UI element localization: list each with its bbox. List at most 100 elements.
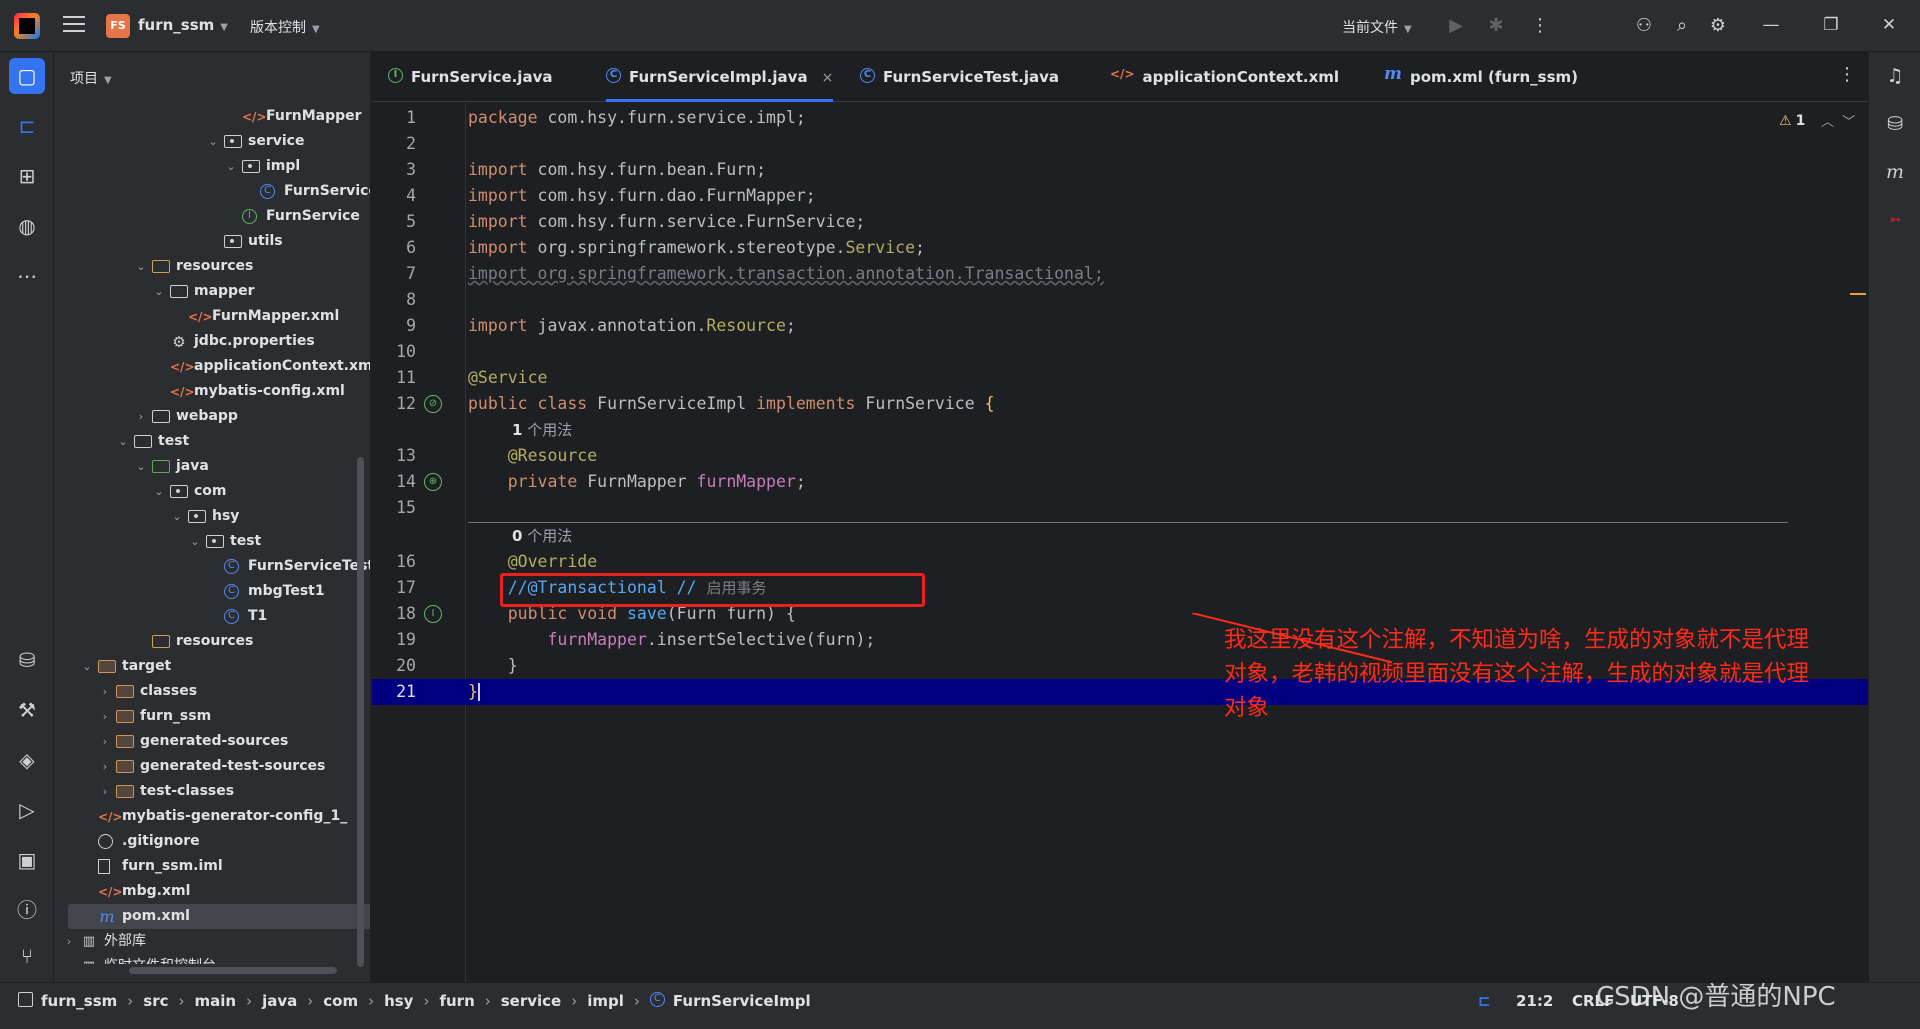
problems-icon[interactable]: ⓘ bbox=[9, 892, 45, 928]
code-line[interactable]: 9 import javax.annotation.Resource; bbox=[372, 313, 1868, 339]
code-line[interactable]: 15 bbox=[372, 495, 1868, 521]
tree-item[interactable]: ⌄ com bbox=[54, 479, 370, 504]
tree-horizontal-scrollbar[interactable] bbox=[129, 967, 337, 974]
tree-item[interactable]: C FurnServiceImpl bbox=[54, 179, 370, 204]
breadcrumb-item[interactable]: com bbox=[323, 992, 358, 1010]
database-icon[interactable]: ⛁ bbox=[9, 642, 45, 678]
tree-item[interactable]: ⌄ mapper bbox=[54, 279, 370, 304]
editor-tab[interactable]: m pom.xml (furn_ssm) bbox=[1384, 52, 1578, 102]
breadcrumb-item[interactable]: furn_ssm bbox=[18, 992, 117, 1010]
tree-vertical-scrollbar[interactable] bbox=[357, 457, 364, 967]
breadcrumb-item[interactable]: java bbox=[262, 992, 297, 1010]
tree-item[interactable]: </> applicationContext.xml bbox=[54, 354, 370, 379]
tree-item[interactable]: </> mybatis-generator-config_1_ bbox=[54, 804, 370, 829]
collapse-arrow-icon[interactable]: › bbox=[98, 779, 112, 804]
breadcrumb-item[interactable]: src bbox=[143, 992, 168, 1010]
caret-position[interactable]: 21:2 bbox=[1516, 989, 1553, 1013]
debug-icon[interactable]: ✱ bbox=[1484, 14, 1508, 38]
mybatis-bird-icon[interactable]: ➳ bbox=[1881, 206, 1909, 234]
editor-tab[interactable]: C FurnServiceImpl.java × bbox=[606, 52, 834, 102]
tree-item[interactable]: utils bbox=[54, 229, 370, 254]
tree-item[interactable]: </> FurnMapper bbox=[54, 104, 370, 129]
maven-icon[interactable]: m bbox=[1881, 158, 1909, 186]
collapse-arrow-icon[interactable]: › bbox=[98, 704, 112, 729]
editor-tab[interactable]: </> applicationContext.xml bbox=[1110, 52, 1339, 102]
tree-item[interactable]: › ▥ 外部库 bbox=[54, 929, 370, 954]
tree-item[interactable]: ⚙ jdbc.properties bbox=[54, 329, 370, 354]
tab-close-icon[interactable]: × bbox=[822, 70, 834, 86]
web-globe-icon[interactable]: ◍ bbox=[9, 208, 45, 244]
build-hammer-icon[interactable]: ⚒ bbox=[9, 692, 45, 728]
services-icon[interactable]: ◈ bbox=[9, 742, 45, 778]
tree-item[interactable]: CmbgTest1 bbox=[54, 579, 370, 604]
mybatis-tool-icon[interactable]: ⊏ bbox=[9, 108, 45, 144]
breadcrumb-item[interactable]: C FurnServiceImpl bbox=[649, 992, 811, 1010]
breadcrumb-item[interactable]: furn bbox=[439, 992, 474, 1010]
implements-gutter-icon[interactable]: I bbox=[424, 605, 442, 623]
code-line[interactable]: 3 import com.hsy.furn.bean.Furn; bbox=[372, 157, 1868, 183]
project-panel-header[interactable]: 项目 ▼ bbox=[70, 68, 112, 88]
code-line[interactable]: 7 import org.springframework.transaction.… bbox=[372, 261, 1868, 287]
tree-item[interactable]: C T1 bbox=[54, 604, 370, 629]
tree-item[interactable]: ⌄ test bbox=[54, 429, 370, 454]
breadcrumb-item[interactable]: main bbox=[195, 992, 237, 1010]
tree-item[interactable]: ⌄ impl bbox=[54, 154, 370, 179]
terminal-icon[interactable]: ▣ bbox=[9, 842, 45, 878]
code-line[interactable]: 13 @Resource bbox=[372, 443, 1868, 469]
main-menu-icon[interactable] bbox=[63, 16, 85, 36]
tree-item[interactable]: › furn_ssm bbox=[54, 704, 370, 729]
notifications-bell-icon[interactable]: ♫ bbox=[1881, 62, 1909, 90]
tree-item[interactable]: ⌄ resources bbox=[54, 254, 370, 279]
collapse-arrow-icon[interactable]: › bbox=[98, 679, 112, 704]
expand-arrow-icon[interactable]: ⌄ bbox=[116, 429, 130, 454]
code-line[interactable]: 11 @Service bbox=[372, 365, 1868, 391]
expand-arrow-icon[interactable]: ⌄ bbox=[206, 129, 220, 154]
mybatis-status-icon[interactable]: ⊏ bbox=[1478, 989, 1491, 1013]
expand-arrow-icon[interactable]: ⌄ bbox=[170, 504, 184, 529]
code-line[interactable]: 2 bbox=[372, 131, 1868, 157]
code-line[interactable]: 1 package com.hsy.furn.service.impl; bbox=[372, 105, 1868, 131]
run-config-selector[interactable]: 当前文件 ▼ bbox=[1342, 17, 1412, 37]
more-tools-icon[interactable]: ⋯ bbox=[9, 258, 45, 294]
code-editor[interactable]: ⚠ 1 ︿ ﹀ 1 package com.hsy.furn.service.imp… bbox=[372, 103, 1868, 982]
editor-tab[interactable]: C FurnServiceTest.java bbox=[860, 52, 1059, 102]
breadcrumb-item[interactable]: impl bbox=[587, 992, 624, 1010]
tree-item[interactable]: › test-classes bbox=[54, 779, 370, 804]
spring-bean-gutter-icon[interactable]: ⊘ bbox=[424, 395, 442, 413]
tree-item[interactable]: I FurnService bbox=[54, 204, 370, 229]
code-line[interactable]: 8 bbox=[372, 287, 1868, 313]
tree-item[interactable]: </> FurnMapper.xml bbox=[54, 304, 370, 329]
tree-item[interactable]: ⌄ hsy bbox=[54, 504, 370, 529]
editor-tab[interactable]: I FurnService.java bbox=[388, 52, 552, 102]
add-user-icon[interactable]: ⚇ bbox=[1632, 14, 1656, 38]
expand-arrow-icon[interactable]: ⌄ bbox=[224, 154, 238, 179]
run-icon[interactable]: ▶ bbox=[1444, 14, 1468, 38]
breadcrumb-item[interactable]: service bbox=[501, 992, 561, 1010]
tree-item[interactable]: ⌄ service bbox=[54, 129, 370, 154]
database-icon[interactable]: ⛁ bbox=[1881, 110, 1909, 138]
expand-arrow-icon[interactable]: ⌄ bbox=[134, 454, 148, 479]
vcs-menu[interactable]: 版本控制 ▼ bbox=[250, 17, 320, 37]
minimize-icon[interactable]: — bbox=[1756, 12, 1786, 38]
tree-item[interactable]: › generated-test-sources bbox=[54, 754, 370, 779]
code-line[interactable]: 4 import com.hsy.furn.dao.FurnMapper; bbox=[372, 183, 1868, 209]
close-window-icon[interactable]: ✕ bbox=[1874, 12, 1904, 38]
code-line[interactable]: 6 import org.springframework.stereotype.S… bbox=[372, 235, 1868, 261]
code-line[interactable]: 10 bbox=[372, 339, 1868, 365]
breadcrumb-item[interactable]: hsy bbox=[384, 992, 413, 1010]
git-icon[interactable]: ⑂ bbox=[9, 938, 45, 974]
usage-hint[interactable]: 个用法 bbox=[522, 421, 572, 439]
tree-item[interactable]: m pom.xml bbox=[68, 904, 370, 929]
code-line[interactable]: 16 @Override bbox=[372, 549, 1868, 575]
tree-item[interactable]: C FurnServiceTest bbox=[54, 554, 370, 579]
expand-arrow-icon[interactable]: ⌄ bbox=[80, 654, 94, 679]
usage-hint[interactable]: 个用法 bbox=[522, 527, 572, 545]
spring-autowired-gutter-icon[interactable]: ⊕ bbox=[424, 473, 442, 491]
tab-more-icon[interactable]: ⋮ bbox=[1838, 64, 1856, 85]
expand-arrow-icon[interactable]: ⌄ bbox=[152, 479, 166, 504]
search-icon[interactable]: ⌕ bbox=[1670, 14, 1694, 38]
tree-item[interactable]: ⌄ java bbox=[54, 454, 370, 479]
intellij-logo-icon[interactable] bbox=[14, 13, 40, 39]
tree-item[interactable]: › generated-sources bbox=[54, 729, 370, 754]
expand-arrow-icon[interactable]: ⌄ bbox=[152, 279, 166, 304]
